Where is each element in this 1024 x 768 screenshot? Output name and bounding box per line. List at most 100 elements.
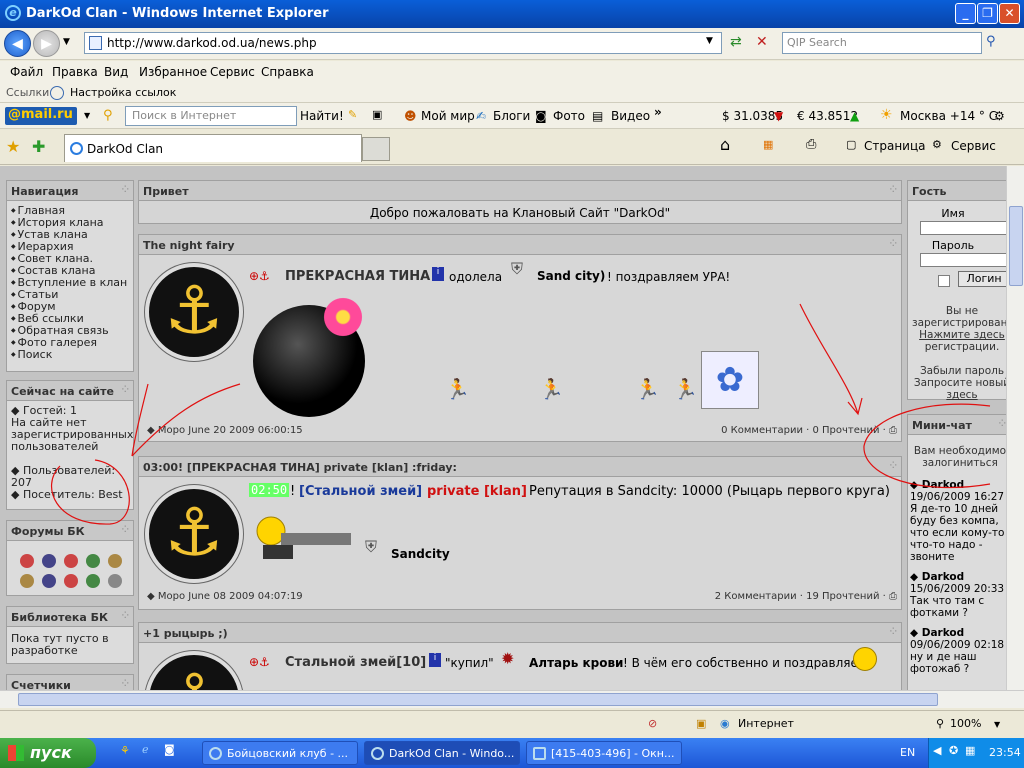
tab-ie-icon <box>70 142 83 155</box>
back-button[interactable]: ◀ <box>4 30 31 57</box>
start-button[interactable]: пуск <box>0 738 96 768</box>
chat-window-icon <box>533 747 546 760</box>
close-button[interactable]: ✕ <box>999 3 1020 24</box>
weather-text[interactable]: Москва +14 ° С <box>900 109 997 123</box>
protected-mode-icon: ▣ <box>696 717 707 730</box>
tray-icon[interactable]: ✪ <box>949 744 958 757</box>
address-input[interactable]: http://www.darkod.od.ua/news.php <box>84 32 722 54</box>
highlight-icon[interactable]: ✎ <box>348 108 357 121</box>
system-tray: ◀ ✪ ▦ 23:54 <box>928 738 1024 768</box>
quicklaunch-ie-icon[interactable]: ℯ <box>142 743 149 756</box>
annotation-stroke <box>131 383 149 457</box>
menu-view[interactable]: Вид <box>104 65 128 79</box>
tray-arrow-icon[interactable]: ◀ <box>933 744 941 757</box>
photo-icon: ◙ <box>535 109 547 123</box>
minimize-button[interactable]: _ <box>955 3 976 24</box>
language-indicator[interactable]: EN <box>900 746 915 759</box>
annotation-stroke <box>799 303 863 416</box>
page-search-icon[interactable]: ▣ <box>372 108 382 121</box>
quicklaunch-icon[interactable]: ◙ <box>164 743 175 756</box>
annotation-stroke <box>863 403 991 489</box>
links-bar: Ссылки Настройка ссылок <box>0 82 1024 103</box>
photo-link[interactable]: Фото <box>553 109 585 123</box>
mailru-toolbar: @mail.ru ▼ ⚲ Поиск в Интернет Найти! ✎ ▣… <box>0 103 1024 129</box>
mailru-search-input[interactable]: Поиск в Интернет <box>125 106 297 126</box>
down-arrow-icon: ▼ <box>774 109 784 123</box>
find-button[interactable]: Найти! <box>300 109 344 123</box>
page-menu-icon: ▢ <box>846 138 857 151</box>
annotation-stroke <box>131 383 241 457</box>
zoom-icon: ⚲ <box>936 717 945 730</box>
zoom-level[interactable]: 100% <box>950 717 981 730</box>
mailru-logo[interactable]: @mail.ru <box>5 107 77 125</box>
print-icon[interactable]: ⎙ <box>806 137 816 152</box>
menu-favorites[interactable]: Избранное <box>139 65 207 79</box>
maximize-button[interactable]: ❐ <box>977 3 998 24</box>
windows-flag-icon <box>8 745 24 761</box>
taskbar-item[interactable]: [415-403-496] - Окн... <box>526 741 682 765</box>
zoom-dropdown-icon[interactable]: ▼ <box>994 720 1000 729</box>
horizontal-scrollbar[interactable] <box>0 690 1024 708</box>
new-tab-button[interactable] <box>362 137 390 161</box>
page-icon <box>89 36 102 50</box>
tab-darkod-clan[interactable]: DarkOd Clan <box>64 134 362 162</box>
menu-tools[interactable]: Сервис <box>210 65 255 79</box>
links-label: Ссылки <box>6 86 50 99</box>
globe-icon: ◉ <box>720 717 730 730</box>
sun-icon: ☀ <box>880 107 893 123</box>
eur-rate: € 43.8512 <box>797 109 859 123</box>
ie-icon <box>209 747 222 760</box>
window-title: DarkOd Clan - Windows Internet Explorer <box>26 6 329 21</box>
more-chevron-icon[interactable]: » <box>654 105 662 119</box>
search-input[interactable]: QIP Search <box>782 32 982 54</box>
tools-menu[interactable]: Сервис <box>951 139 996 153</box>
clock[interactable]: 23:54 <box>989 746 1021 759</box>
zone-text: Интернет <box>738 717 794 730</box>
mailru-dropdown-icon[interactable]: ▼ <box>84 111 90 120</box>
menu-help[interactable]: Справка <box>261 65 314 79</box>
settings-icon[interactable]: ⚙ <box>994 109 1005 123</box>
refresh-icon[interactable]: ⇄ <box>730 34 750 54</box>
forward-button[interactable]: ▶ <box>33 30 60 57</box>
title-bar: e DarkOd Clan - Windows Internet Explore… <box>0 0 1024 28</box>
video-icon: ▤ <box>592 109 604 123</box>
video-link[interactable]: Видео <box>611 109 650 123</box>
rss-icon[interactable]: ▦ <box>763 138 773 151</box>
home-icon[interactable]: ⌂ <box>720 135 730 154</box>
vertical-scrollbar[interactable] <box>1006 166 1024 690</box>
annotation-stroke <box>51 459 130 525</box>
status-bar: ⊘ ▣ ◉ Интернет ⚲ 100% ▼ <box>0 710 1024 736</box>
taskbar-item[interactable]: Бойцовский клуб - ... <box>202 741 358 765</box>
myworld-icon: ☻ <box>404 109 417 123</box>
myworld-link[interactable]: Мой мир <box>421 109 475 123</box>
address-toolbar: ◀ ▶ ▼ http://www.darkod.od.ua/news.php ▼… <box>0 28 1024 60</box>
tab-bar: ★ ✚ DarkOd Clan ⌂ ▦ ⎙ ▢ Страница ⚙ Серви… <box>0 129 1024 165</box>
customize-links[interactable]: Настройка ссылок <box>70 86 176 99</box>
ie-icon <box>371 747 384 760</box>
taskbar: пуск ⚘ ℯ ◙ Бойцовский клуб - ... DarkOd … <box>0 738 1024 768</box>
menu-file[interactable]: Файл <box>10 65 43 79</box>
search-icon[interactable]: ⚲ <box>986 34 1004 52</box>
ie-icon: e <box>5 5 21 21</box>
ie-link-icon <box>50 86 64 100</box>
network-icon[interactable]: ▦ <box>965 744 975 757</box>
blogs-icon: ✍ <box>476 109 487 123</box>
taskbar-item-active[interactable]: DarkOd Clan - Windo... <box>364 741 520 765</box>
favorites-star-icon[interactable]: ★ <box>6 137 20 156</box>
page-menu[interactable]: Страница <box>864 139 926 153</box>
menu-bar: Файл Правка Вид Избранное Сервис Справка <box>0 61 1024 82</box>
scroll-thumb[interactable] <box>1009 206 1023 286</box>
up-arrow-icon: ▲ <box>850 109 860 123</box>
menu-edit[interactable]: Правка <box>52 65 98 79</box>
add-favorite-icon[interactable]: ✚ <box>32 137 45 156</box>
blogs-link[interactable]: Блоги <box>493 109 530 123</box>
web-content: Навигация⁘ Главная История клана Устав к… <box>0 166 1006 690</box>
address-dropdown-icon[interactable]: ▼ <box>706 36 713 46</box>
search-engine-icon[interactable]: ⚲ <box>103 108 113 123</box>
stop-icon[interactable]: ✕ <box>756 34 776 54</box>
history-dropdown-icon[interactable]: ▼ <box>63 37 70 47</box>
red-annotation-drawing <box>51 303 991 525</box>
scroll-thumb[interactable] <box>18 693 938 706</box>
tools-gear-icon: ⚙ <box>932 138 942 151</box>
quicklaunch-icon[interactable]: ⚘ <box>120 744 130 757</box>
